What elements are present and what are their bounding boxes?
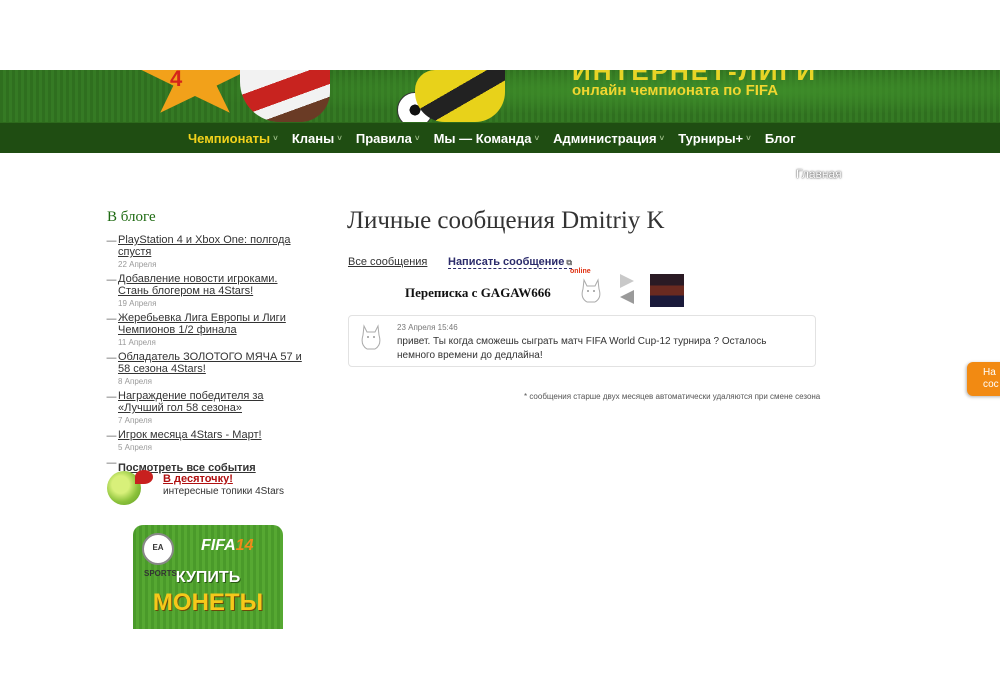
fifa-prefix: FIFA [201,537,236,554]
nav-item-label: Администрация [553,130,657,146]
ad-line1: КУПИТЬ [175,569,241,586]
arrow-left-icon[interactable] [620,290,634,304]
arrow-right-icon[interactable] [620,274,634,288]
logo-number: 4 [170,70,183,91]
blog-post-date: 22 Апреля [118,260,157,269]
blog-post-link[interactable]: Игрок месяца 4Stars - Март! [118,429,306,441]
chevron-down-icon: ˅ [414,133,420,143]
cat-avatar-icon[interactable] [578,276,604,306]
nav-item[interactable]: Администрация ˅ [553,131,664,146]
blog-post-link[interactable]: Обладатель ЗОЛОТОГО МЯЧА 57 и 58 сезона … [118,351,306,375]
message-item: 23 Апреля 15:46 привет. Ты когда сможешь… [348,315,816,367]
nav-item-label: Блог [764,130,796,146]
cat-avatar-icon [361,324,381,350]
page-title: Личные сообщения Dmitriy K [347,207,665,234]
blog-post-link[interactable]: Награждение победителя за «Лучший гол 58… [118,390,306,414]
sidebar-title: В блоге [107,209,156,225]
list-item: PlayStation 4 и Xbox One: полгода спустя… [106,234,306,269]
list-item: Обладатель ЗОЛОТОГО МЯЧА 57 и 58 сезона … [106,351,306,386]
blog-post-link[interactable]: PlayStation 4 и Xbox One: полгода спустя [118,234,306,258]
conversation-title: Переписка с GAGAW666 [405,285,551,300]
ea-sports-logo: EA SPORTS [142,533,177,578]
buy-coins-ad[interactable]: EA SPORTS FIFA14 КУПИТЬ МОНЕТЫ [133,525,283,629]
flower-icon [135,470,153,484]
logo-star-icon[interactable] [137,70,253,113]
nav-item[interactable]: Кланы ˅ [292,131,342,146]
nav-item-label: Чемпионаты [188,130,271,146]
online-status: online [570,268,591,275]
top10-link[interactable]: В десяточку! [163,473,233,485]
message-time: 23 Апреля 15:46 [397,323,458,332]
fifa-number: 14 [235,537,254,554]
top10-subtitle: интересные топики 4Stars [163,486,284,497]
all-messages-link[interactable]: Все сообщения [348,256,427,268]
nav-item-label: Кланы [291,130,335,146]
write-message-link[interactable]: Написать сообщение ⧉ [448,256,573,269]
chevron-down-icon: ˅ [659,133,665,143]
user-avatar[interactable] [650,274,684,307]
nav-item[interactable]: Мы — Команда ˅ [434,131,540,146]
blog-post-date: 11 Апреля [118,338,156,347]
blog-post-link[interactable]: Добавление новости игроками. Стань блоге… [118,273,306,297]
ad-line2: МОНЕТЫ [152,589,264,616]
nav-item-label: Мы — Команда [433,130,532,146]
banner-subtitle: онлайн чемпионата по FIFA [572,82,779,99]
nav-item[interactable]: Чемпионаты ˅ [188,131,278,146]
write-message-label: Написать сообщение [448,256,565,268]
goalkeeper-image [415,70,505,122]
blog-post-date: 7 Апреля [118,416,152,425]
side-tab-line2: сос [983,379,999,390]
list-item: Добавление новости игроками. Стань блоге… [106,273,306,308]
nav-item-label: Правила [355,130,412,146]
footnote: * сообщения старше двух месяцев автомати… [524,392,821,401]
nav-item[interactable]: Правила ˅ [356,131,420,146]
chevron-down-icon: ˅ [273,133,278,143]
nav-items: Чемпионаты ˅ Кланы ˅ Правила ˅ Мы — Команда ˅ Ад… [188,123,810,153]
breadcrumb[interactable]: Главная [796,167,842,181]
list-item: Игрок месяца 4Stars - Март! 5 Апреля [106,429,306,452]
list-item: Награждение победителя за «Лучший гол 58… [106,390,306,425]
message-text: привет. Ты когда сможешь сыграть матч FI… [397,336,767,361]
blog-post-date: 19 Апреля [118,299,157,308]
side-tab-line1: На [983,367,996,378]
blog-post-link[interactable]: Жеребьевка Лига Европы и Лиги Чемпионов … [118,312,306,336]
blog-list: PlayStation 4 и Xbox One: полгода спустя… [106,234,306,479]
chevron-down-icon: ˅ [337,133,342,143]
chevron-down-icon: ˅ [534,133,540,143]
main-nav: Чемпионаты ˅ Кланы ˅ Правила ˅ Мы — Команда ˅ Ад… [0,122,1000,153]
chevron-down-icon: ˅ [746,133,751,143]
blog-post-date: 5 Апреля [118,443,152,452]
blog-post-date: 8 Апреля [118,377,152,386]
side-feedback-tab[interactable]: На сос [967,362,1000,396]
header-banner: 4 ИНТЕРНЕТ-ЛИГИ онлайн чемпионата по FIF… [0,70,1000,122]
nav-item[interactable]: Турниры+ ˅ [678,131,751,146]
nav-item[interactable]: Блог [765,131,796,146]
nav-item-label: Турниры+ [678,130,744,146]
external-link-icon: ⧉ [566,258,573,267]
list-item: Жеребьевка Лига Европы и Лиги Чемпионов … [106,312,306,347]
player-image [240,70,330,122]
fifa-logo: FIFA14 [201,537,253,555]
